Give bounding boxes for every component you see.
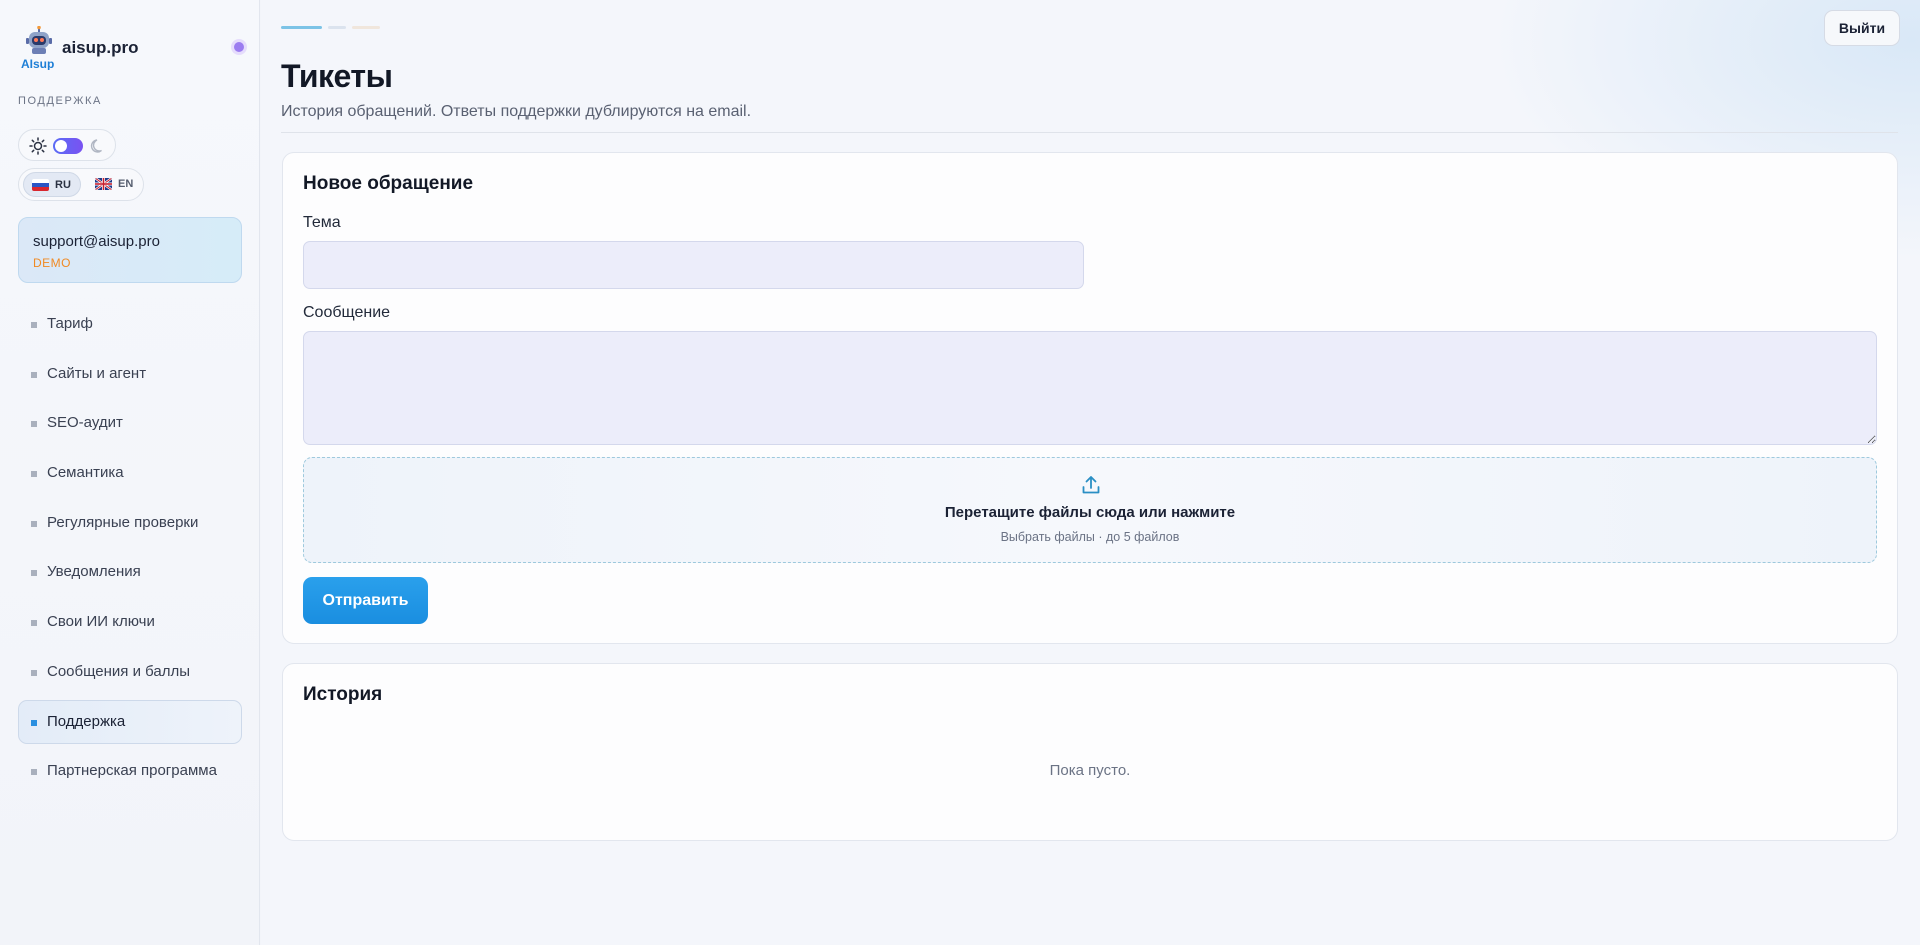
dropzone-main-text: Перетащите файлы сюда или нажмите: [944, 504, 1236, 521]
sidebar-item-regular-checks[interactable]: Регулярные проверки: [18, 501, 242, 545]
nav-bullet: [31, 620, 37, 627]
nav-bullet: [31, 719, 37, 726]
nav-bullet: [31, 322, 37, 328]
lang-ru-label: RU: [55, 179, 71, 191]
file-dropzone[interactable]: Перетащите файлы сюда или нажмите Выбрат…: [303, 457, 1877, 563]
section-label: ПОДДЕРЖКА: [18, 95, 102, 107]
page-title: Тикеты: [281, 58, 393, 94]
robot-logo-icon: AIsup: [21, 26, 54, 70]
sidebar-item-label: Сайты и агент: [47, 364, 147, 382]
nav-bullet: [31, 520, 37, 527]
logout-button[interactable]: Выйти: [1824, 10, 1900, 46]
sidebar-item-label: Уведомления: [47, 563, 141, 581]
lang-en-button[interactable]: EN: [87, 172, 141, 197]
sidebar-item-label: Поддержка: [47, 712, 126, 730]
sidebar-item-label: Регулярные проверки: [47, 513, 199, 531]
gb-flag-icon: [95, 178, 112, 190]
subject-input[interactable]: [303, 241, 1084, 289]
divider: [281, 132, 1898, 133]
sidebar-item-messages-points[interactable]: Сообщения и баллы: [18, 650, 242, 694]
new-ticket-title: Новое обращение: [303, 173, 474, 194]
nav-bullet: [31, 669, 37, 676]
upload-icon: [1082, 476, 1100, 494]
progress-steps: [281, 26, 401, 30]
switch-knob: [55, 140, 67, 152]
sidebar: AIsup aisup.pro ПОДДЕРЖКА RU EN support@…: [0, 0, 260, 945]
theme-toggle[interactable]: [18, 129, 116, 161]
account-email: support@aisup.pro: [33, 233, 160, 250]
page-subtitle: История обращений. Ответы поддержки дубл…: [281, 103, 752, 120]
sun-icon: [29, 137, 47, 155]
sidebar-nav: Тариф Сайты и агент SEO-аудит Семантика …: [18, 302, 242, 799]
sidebar-item-sites[interactable]: Сайты и агент: [18, 352, 242, 396]
logo-text: AIsup: [21, 57, 54, 70]
history-empty-state: Пока пусто.: [1049, 762, 1131, 779]
brand-name: aisup.pro: [62, 38, 139, 57]
language-switcher: RU EN: [18, 168, 144, 201]
moon-icon: [90, 139, 102, 153]
sidebar-item-tariff[interactable]: Тариф: [18, 302, 242, 346]
new-ticket-card: Новое обращение Тема Сообщение Перетащит…: [282, 152, 1898, 644]
sidebar-item-notifications[interactable]: Уведомления: [18, 550, 242, 594]
status-dot: [234, 42, 244, 52]
sidebar-item-ai-keys[interactable]: Свои ИИ ключи: [18, 600, 242, 644]
sidebar-item-support[interactable]: Поддержка: [18, 699, 242, 744]
sidebar-item-label: Семантика: [47, 464, 124, 482]
account-plan-badge: DEMO: [33, 256, 71, 270]
sidebar-item-label: Сообщения и баллы: [47, 662, 190, 680]
nav-bullet: [31, 421, 37, 428]
subject-label: Тема: [303, 214, 341, 231]
message-textarea[interactable]: [303, 331, 1877, 445]
nav-bullet: [31, 769, 37, 776]
sidebar-item-partner-program[interactable]: Партнерская программа: [18, 749, 242, 793]
nav-bullet: [31, 371, 37, 378]
lang-en-label: EN: [118, 178, 134, 190]
sidebar-item-label: Свои ИИ ключи: [47, 613, 155, 631]
message-label: Сообщение: [303, 304, 391, 321]
brand[interactable]: AIsup aisup.pro: [18, 24, 244, 72]
dropzone-sub-text: Выбрать файлы · до 5 файлов: [1000, 530, 1180, 544]
theme-switch[interactable]: [53, 138, 83, 154]
progress-step: [352, 26, 380, 29]
nav-bullet: [31, 570, 37, 577]
sidebar-item-seo-audit[interactable]: SEO-аудит: [18, 401, 242, 445]
sidebar-item-label: SEO-аудит: [47, 414, 123, 432]
sidebar-item-label: Партнерская программа: [47, 762, 217, 780]
nav-bullet: [31, 471, 37, 478]
lang-ru-button[interactable]: RU: [23, 172, 81, 197]
submit-button[interactable]: Отправить: [303, 577, 428, 624]
ru-flag-icon: [32, 179, 49, 191]
sidebar-item-semantics[interactable]: Семантика: [18, 451, 242, 495]
progress-step: [328, 26, 346, 29]
account-card[interactable]: support@aisup.pro DEMO: [18, 217, 242, 283]
progress-step: [281, 26, 322, 29]
history-card: История Пока пусто.: [282, 663, 1898, 841]
main-content: Выйти Тикеты История обращений. Ответы п…: [261, 0, 1920, 945]
history-title: История: [303, 684, 383, 705]
sidebar-item-label: Тариф: [47, 315, 93, 332]
